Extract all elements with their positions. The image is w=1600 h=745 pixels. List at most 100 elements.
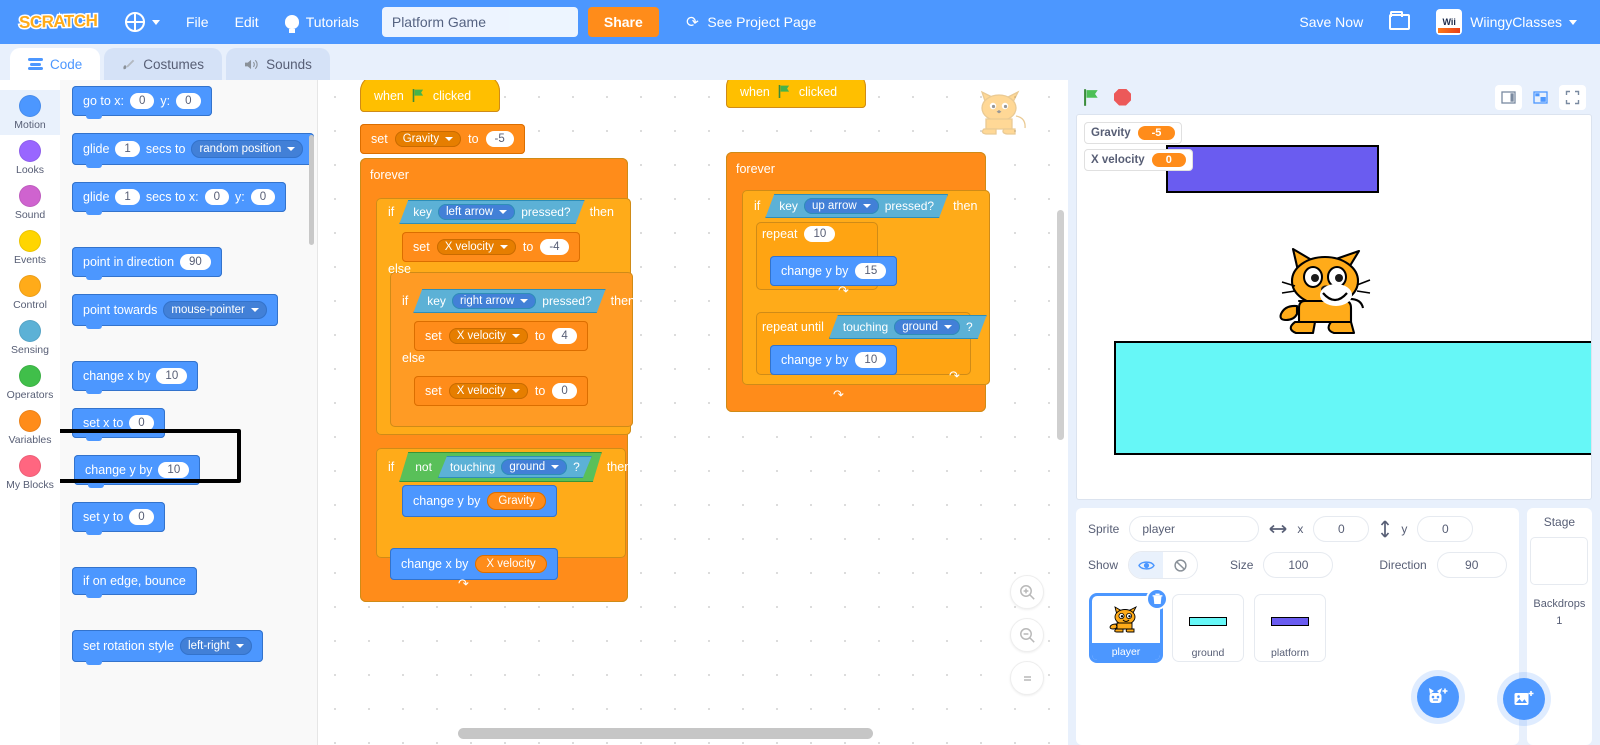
palette-block-glide-secs-to[interactable]: glide 1 secs to random position xyxy=(72,133,315,168)
block-palette[interactable]: go to x: 0 y: 0 glide 1 secs to random p… xyxy=(60,80,318,745)
block-input[interactable]: 1 xyxy=(115,141,140,157)
zoom-in-button[interactable] xyxy=(1010,575,1044,609)
key-dropdown[interactable]: right arrow xyxy=(452,293,536,309)
block-dropdown[interactable]: random position xyxy=(191,140,304,158)
project-title-input[interactable] xyxy=(381,7,578,37)
account-menu[interactable]: Wii WiingyClasses xyxy=(1423,0,1590,44)
small-stage-button[interactable] xyxy=(1495,84,1522,110)
variable-dropdown[interactable]: X velocity xyxy=(448,328,528,344)
category-variables[interactable]: Variables xyxy=(0,405,60,450)
key-pressed-hex-2[interactable]: key right arrow pressed? xyxy=(413,289,605,313)
palette-block-set-y-to[interactable]: set y to 0 xyxy=(72,502,165,535)
menu-tutorials[interactable]: Tutorials xyxy=(272,0,372,44)
script2-change-y-by-15-block[interactable]: change y by 15 xyxy=(770,256,898,286)
category-looks[interactable]: Looks xyxy=(0,135,60,180)
large-stage-button[interactable] xyxy=(1527,84,1554,110)
script1-when-flag-clicked-hat[interactable]: when clicked xyxy=(360,80,500,112)
sprite-y-input[interactable]: 0 xyxy=(1417,516,1474,542)
stage-sprite-platform[interactable] xyxy=(1166,145,1379,193)
see-project-page-button[interactable]: ⟳ See Project Page xyxy=(673,0,830,44)
block-dropdown[interactable]: left-right xyxy=(180,637,252,655)
variable-dropdown[interactable]: Gravity xyxy=(394,131,462,147)
monitor-gravity[interactable]: Gravity -5 xyxy=(1084,122,1183,144)
category-operators[interactable]: Operators xyxy=(0,360,60,405)
variable-dropdown[interactable]: X velocity xyxy=(436,239,516,255)
palette-block-change-x-by[interactable]: change x by 10 xyxy=(72,361,199,394)
workspace-vertical-scrollbar[interactable] xyxy=(1057,210,1064,440)
category-motion[interactable]: Motion xyxy=(0,90,60,135)
block-input[interactable]: 0 xyxy=(176,93,201,109)
stage-sprite-player[interactable] xyxy=(1273,243,1381,343)
palette-block-change-y-by[interactable]: change y by 10 xyxy=(74,455,201,488)
block-input[interactable]: 0 xyxy=(129,509,154,525)
palette-block-point-in-direction[interactable]: point in direction 90 xyxy=(72,247,222,280)
sprite-size-input[interactable]: 100 xyxy=(1263,552,1334,578)
block-input[interactable]: -4 xyxy=(540,239,569,255)
sprite-card-ground[interactable]: ground xyxy=(1172,594,1244,662)
palette-scrollbar[interactable] xyxy=(309,135,314,245)
block-input[interactable]: 10 xyxy=(804,226,836,242)
touching-ground-hex[interactable]: touching ground ? xyxy=(438,456,592,478)
script2-change-y-by-10-block[interactable]: change y by 10 xyxy=(770,345,898,375)
script1-set-gravity-block[interactable]: set Gravity to -5 xyxy=(360,124,525,154)
palette-block-go-to-xy[interactable]: go to x: 0 y: 0 xyxy=(72,86,212,119)
category-sensing[interactable]: Sensing xyxy=(0,315,60,360)
tab-costumes[interactable]: Costumes xyxy=(104,48,223,80)
block-dropdown[interactable]: mouse-pointer xyxy=(163,301,267,319)
script2-repeat-until-header[interactable]: repeat until touching ground ? xyxy=(762,315,987,339)
touching-target-dropdown[interactable]: ground xyxy=(501,459,567,475)
save-now-button[interactable]: Save Now xyxy=(1286,0,1376,44)
block-input[interactable]: 4 xyxy=(552,328,577,344)
key-dropdown[interactable]: up arrow xyxy=(804,198,879,214)
monitor-x-velocity[interactable]: X velocity 0 xyxy=(1084,149,1193,171)
delete-sprite-button[interactable] xyxy=(1146,588,1168,610)
language-selector[interactable] xyxy=(112,0,173,44)
stop-button[interactable] xyxy=(1114,88,1131,106)
workspace-horizontal-scrollbar[interactable] xyxy=(318,728,1068,739)
block-input[interactable]: -5 xyxy=(485,131,514,147)
block-input[interactable]: 10 xyxy=(158,462,190,478)
key-pressed-hex-3[interactable]: key up arrow pressed? xyxy=(765,194,948,218)
not-operator-hex[interactable]: not touching ground ? xyxy=(399,452,602,482)
palette-block-set-x-to[interactable]: set x to 0 xyxy=(72,408,165,441)
script1-if-1-header[interactable]: if key left arrow pressed? then xyxy=(388,200,614,224)
script1-change-y-by-gravity-block[interactable]: change y by Gravity xyxy=(402,485,557,517)
stage-canvas[interactable]: Gravity -5 X velocity 0 xyxy=(1076,114,1592,500)
sprite-card-platform[interactable]: platform xyxy=(1254,594,1326,662)
zoom-out-button[interactable] xyxy=(1010,618,1044,652)
choose-sprite-button[interactable] xyxy=(1417,676,1459,718)
variable-reporter[interactable]: X velocity xyxy=(475,555,547,573)
palette-block-glide-secs-to-xy[interactable]: glide 1 secs to x: 0 y: 0 xyxy=(72,182,287,215)
green-flag-button[interactable] xyxy=(1082,88,1101,107)
my-stuff-button[interactable] xyxy=(1376,0,1423,44)
touching-ground-hex-2[interactable]: touching ground ? xyxy=(829,315,987,339)
menu-edit[interactable]: Edit xyxy=(222,0,272,44)
block-input[interactable]: 0 xyxy=(204,189,230,205)
script2-repeat-header[interactable]: repeat 10 xyxy=(762,226,836,242)
category-sound[interactable]: Sound xyxy=(0,180,60,225)
code-workspace[interactable]: when clicked set Gravity to -5 forever i… xyxy=(318,80,1068,745)
variable-dropdown[interactable]: X velocity xyxy=(448,383,528,399)
category-events[interactable]: Events xyxy=(0,225,60,270)
script2-if-header[interactable]: if key up arrow pressed? then xyxy=(754,194,977,218)
block-input[interactable]: 0 xyxy=(129,415,154,431)
script1-if-3-header[interactable]: if not touching ground ? then xyxy=(388,452,631,482)
category-my-blocks[interactable]: My Blocks xyxy=(0,450,60,495)
block-input[interactable]: 0 xyxy=(130,93,155,109)
block-input[interactable]: 0 xyxy=(250,189,276,205)
script1-set-xvel-right-block[interactable]: set X velocity to 4 xyxy=(414,321,588,351)
palette-block-point-towards[interactable]: point towards mouse-pointer xyxy=(72,294,278,329)
block-input[interactable]: 10 xyxy=(156,368,188,384)
share-button[interactable]: Share xyxy=(587,7,659,37)
block-input[interactable]: 0 xyxy=(552,383,577,399)
block-input[interactable]: 10 xyxy=(855,352,887,368)
script1-if-2-header[interactable]: if key right arrow pressed? then xyxy=(402,289,635,313)
category-control[interactable]: Control xyxy=(0,270,60,315)
touching-target-dropdown[interactable]: ground xyxy=(894,319,960,335)
stage-backdrop-thumbnail[interactable] xyxy=(1530,537,1589,585)
variable-reporter[interactable]: Gravity xyxy=(487,492,546,510)
block-input[interactable]: 1 xyxy=(115,189,140,205)
choose-backdrop-button[interactable] xyxy=(1503,678,1545,720)
tab-sounds[interactable]: Sounds xyxy=(226,48,330,80)
stage-panel[interactable]: Stage Backdrops 1 xyxy=(1503,508,1592,745)
